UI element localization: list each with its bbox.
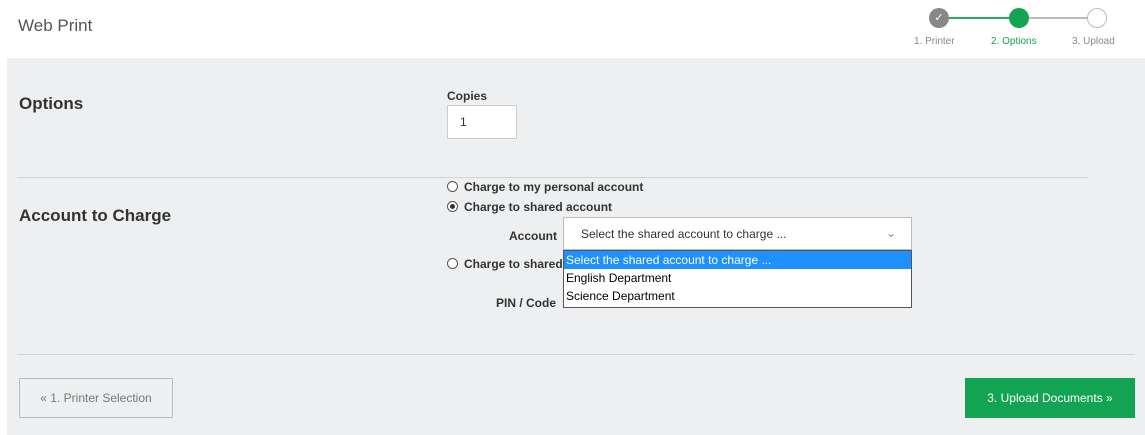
chevron-down-icon: ⌄ bbox=[885, 226, 896, 240]
footer-divider bbox=[17, 354, 1135, 355]
shared-account-dropdown-list[interactable]: Select the shared account to charge ... … bbox=[563, 250, 912, 308]
radio-shared-pin-label: Charge to shared bbox=[464, 257, 563, 271]
radio-personal-label: Charge to my personal account bbox=[464, 180, 644, 194]
account-section-title: Account to Charge bbox=[19, 206, 172, 225]
step-1-label: 1. Printer bbox=[914, 36, 955, 47]
radio-checked-icon bbox=[447, 201, 458, 212]
dropdown-option[interactable]: English Department bbox=[564, 269, 911, 287]
step-3-dot-icon bbox=[1087, 8, 1107, 28]
radio-shared-pin[interactable]: Charge to shared bbox=[447, 257, 563, 271]
dropdown-option[interactable]: Science Department bbox=[564, 287, 911, 305]
radio-unchecked-icon bbox=[447, 258, 458, 269]
pin-code-label: PIN / Code bbox=[496, 296, 557, 310]
step-3-label: 3. Upload bbox=[1072, 36, 1115, 47]
progress-stepper: ✓ 1. Printer 2. Options 3. Upload bbox=[905, 6, 1137, 52]
copies-label: Copies bbox=[447, 89, 488, 103]
copies-input[interactable] bbox=[447, 105, 517, 139]
dropdown-option[interactable]: Select the shared account to charge ... bbox=[564, 251, 911, 269]
header: Web Print ✓ 1. Printer 2. Options 3. Upl… bbox=[0, 0, 1145, 58]
previous-step-button[interactable]: « 1. Printer Selection bbox=[19, 378, 173, 418]
account-label: Account bbox=[509, 229, 557, 243]
upload-documents-button[interactable]: 3. Upload Documents » bbox=[965, 378, 1135, 418]
step-2-dot-icon bbox=[1009, 8, 1029, 28]
radio-personal-account[interactable]: Charge to my personal account bbox=[447, 180, 643, 194]
options-section-title: Options bbox=[19, 94, 84, 113]
app-title: Web Print bbox=[18, 16, 93, 35]
radio-shared-label: Charge to shared account bbox=[464, 200, 613, 214]
select-value: Select the shared account to charge ... bbox=[581, 227, 787, 241]
step-2-label: 2. Options bbox=[991, 36, 1037, 47]
radio-shared-account[interactable]: Charge to shared account bbox=[447, 200, 612, 214]
options-panel: Options Copies Account to Charge Charge … bbox=[7, 58, 1145, 435]
step-1-check-icon: ✓ bbox=[929, 8, 949, 28]
radio-unchecked-icon bbox=[447, 181, 458, 192]
shared-account-select[interactable]: Select the shared account to charge ... … bbox=[563, 217, 912, 250]
section-divider bbox=[17, 177, 1088, 178]
